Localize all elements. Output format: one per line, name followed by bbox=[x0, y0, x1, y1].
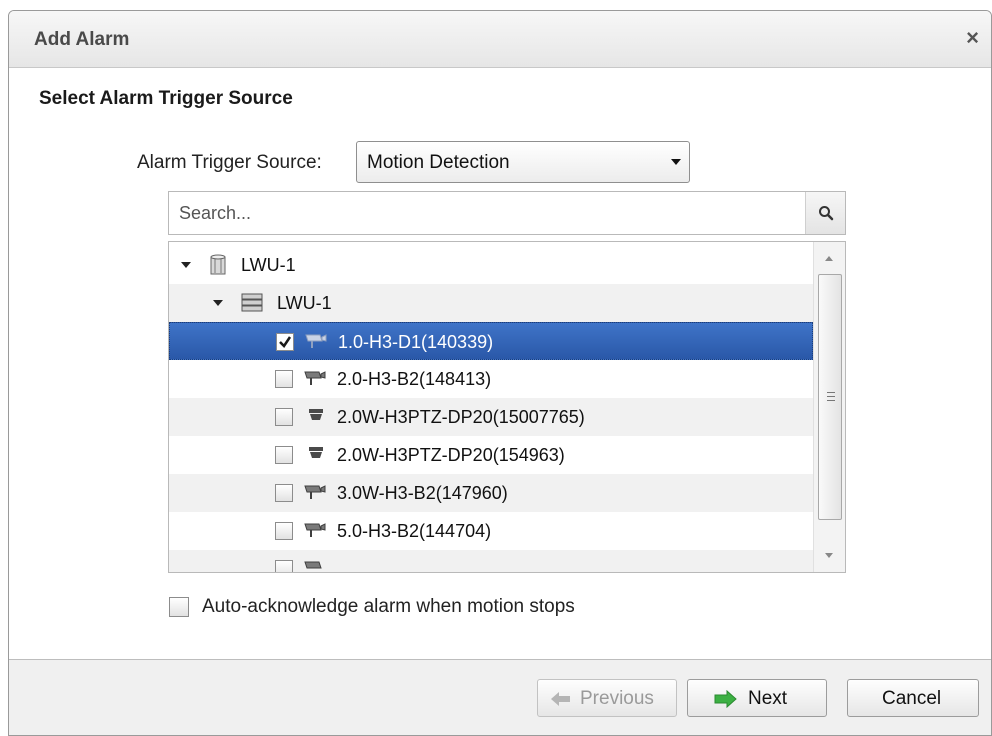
scroll-up-icon[interactable] bbox=[825, 256, 833, 261]
expand-arrow-icon[interactable] bbox=[213, 300, 223, 306]
server-icon bbox=[241, 293, 263, 312]
camera-label: 1.0-H3-D1(140339) bbox=[338, 332, 494, 352]
bullet-camera-icon bbox=[305, 334, 327, 348]
site-label: LWU-1 bbox=[241, 255, 296, 275]
next-button[interactable]: Next bbox=[687, 679, 827, 717]
tree-row-site[interactable]: LWU-1 bbox=[169, 246, 813, 284]
ptz-camera-icon bbox=[309, 409, 323, 420]
ptz-camera-icon bbox=[309, 447, 323, 458]
dialog-title: Add Alarm bbox=[34, 29, 130, 50]
bullet-camera-icon bbox=[304, 561, 322, 569]
camera-row-partial[interactable] bbox=[169, 550, 813, 572]
camera-tree: LWU-1 LWU-1 1.0-H3-D1(140339) 2.0-H3-B2(… bbox=[168, 241, 846, 573]
cancel-label: Cancel bbox=[882, 688, 942, 709]
grip-line bbox=[827, 400, 835, 401]
bullet-camera-icon bbox=[304, 371, 326, 385]
camera-label: 2.0W-H3PTZ-DP20(15007765) bbox=[337, 407, 585, 427]
camera-label: 5.0-H3-B2(144704) bbox=[337, 521, 492, 541]
bullet-camera-icon bbox=[304, 485, 326, 499]
bullet-camera-icon bbox=[304, 523, 326, 537]
trigger-source-value: Motion Detection bbox=[367, 152, 510, 173]
camera-checkbox[interactable] bbox=[275, 522, 293, 540]
site-icon bbox=[210, 254, 226, 275]
grip-line bbox=[827, 396, 835, 397]
scroll-thumb[interactable] bbox=[818, 274, 842, 520]
camera-label: 2.0-H3-B2(148413) bbox=[337, 369, 492, 389]
camera-checkbox[interactable] bbox=[275, 370, 293, 388]
search-icon bbox=[819, 206, 834, 221]
next-label: Next bbox=[748, 688, 788, 709]
camera-checkbox[interactable] bbox=[275, 408, 293, 426]
search-input[interactable] bbox=[169, 192, 803, 234]
auto-acknowledge-checkbox[interactable] bbox=[169, 597, 189, 617]
camera-checkbox[interactable] bbox=[275, 446, 293, 464]
camera-row[interactable]: 1.0-H3-D1(140339) bbox=[169, 322, 813, 360]
camera-label: 3.0W-H3-B2(147960) bbox=[337, 483, 508, 503]
tree-row-server[interactable]: LWU-1 bbox=[169, 284, 813, 322]
camera-checkbox[interactable] bbox=[275, 560, 293, 572]
camera-row[interactable]: 3.0W-H3-B2(147960) bbox=[169, 474, 813, 512]
close-icon[interactable]: × bbox=[966, 25, 979, 51]
camera-row[interactable]: 2.0W-H3PTZ-DP20(15007765) bbox=[169, 398, 813, 436]
expand-arrow-icon[interactable] bbox=[181, 262, 191, 268]
trigger-source-select[interactable]: Motion Detection bbox=[356, 141, 690, 183]
add-alarm-dialog: Add Alarm × Select Alarm Trigger Source … bbox=[8, 10, 992, 736]
server-label: LWU-1 bbox=[277, 293, 332, 313]
previous-label: Previous bbox=[580, 688, 654, 709]
title-bar: Add Alarm × bbox=[9, 11, 991, 68]
trigger-source-label: Alarm Trigger Source: bbox=[137, 152, 322, 173]
search-box bbox=[168, 191, 846, 235]
scroll-down-icon[interactable] bbox=[825, 553, 833, 558]
camera-row[interactable]: 2.0W-H3PTZ-DP20(154963) bbox=[169, 436, 813, 474]
arrow-right-icon bbox=[714, 690, 737, 708]
arrow-left-icon bbox=[551, 692, 570, 706]
camera-label: 2.0W-H3PTZ-DP20(154963) bbox=[337, 445, 565, 465]
section-heading: Select Alarm Trigger Source bbox=[39, 88, 293, 109]
previous-button[interactable]: Previous bbox=[537, 679, 677, 717]
camera-row[interactable]: 2.0-H3-B2(148413) bbox=[169, 360, 813, 398]
chevron-down-icon bbox=[671, 159, 681, 165]
search-button[interactable] bbox=[805, 192, 845, 234]
camera-checkbox[interactable] bbox=[275, 484, 293, 502]
camera-row[interactable]: 5.0-H3-B2(144704) bbox=[169, 512, 813, 550]
grip-line bbox=[827, 392, 835, 393]
camera-checkbox[interactable] bbox=[276, 333, 294, 351]
auto-acknowledge-label: Auto-acknowledge alarm when motion stops bbox=[202, 596, 575, 617]
checkmark-icon bbox=[279, 336, 292, 348]
cancel-button[interactable]: Cancel bbox=[847, 679, 979, 717]
dialog-footer: Previous Next Cancel bbox=[9, 659, 991, 735]
tree-scrollbar[interactable] bbox=[813, 242, 845, 572]
